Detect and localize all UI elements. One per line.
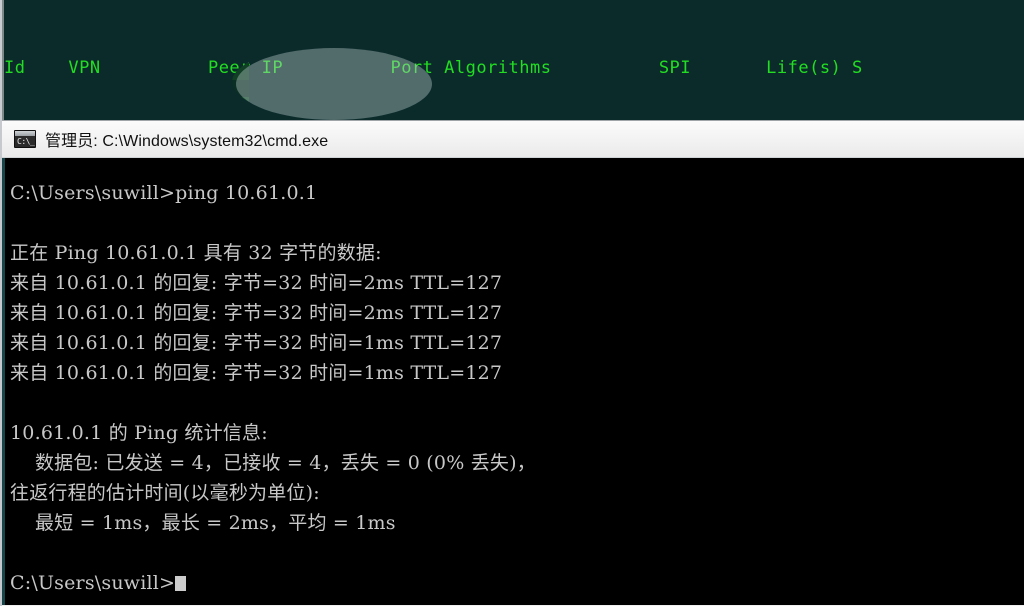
console-cursor <box>175 576 187 591</box>
console-line: 来自 10.61.0.1 的回复: 字节=32 时间=1ms TTL=127 <box>10 332 503 354</box>
cmd-icon-glyph: C:\_ <box>17 137 35 146</box>
cmd-window[interactable]: C:\_ 管理员: C:\Windows\system32\cmd.exe C:… <box>0 120 1024 606</box>
screen: Id VPN Peer IP Port Algorithms SPI Life(… <box>0 0 1024 606</box>
cmd-window-title: 管理员: C:\Windows\system32\cmd.exe <box>45 133 329 150</box>
background-terminal-left-edge <box>0 0 4 122</box>
console-line: 往返行程的估计时间(以毫秒为单位): <box>10 482 320 504</box>
console-output: C:\Users\suwill>ping 10.61.0.1 正在 Ping 10… <box>5 158 1024 598</box>
console-line: 最短 = 1ms，最长 = 2ms，平均 = 1ms <box>10 512 396 534</box>
console-line: 正在 Ping 10.61.0.1 具有 32 字节的数据: <box>10 242 382 264</box>
cmd-titlebar[interactable]: C:\_ 管理员: C:\Windows\system32\cmd.exe <box>2 120 1024 158</box>
cmd-console-icon: C:\_ <box>14 130 36 148</box>
console-line: 来自 10.61.0.1 的回复: 字节=32 时间=2ms TTL=127 <box>10 272 503 294</box>
vpn-table-header: Id VPN Peer IP Port Algorithms SPI Life(… <box>4 58 863 78</box>
console-line: C:\Users\suwill>ping 10.61.0.1 <box>10 182 318 204</box>
console-line: 来自 10.61.0.1 的回复: 字节=32 时间=2ms TTL=127 <box>10 302 503 324</box>
cmd-console-client-area[interactable]: C:\Users\suwill>ping 10.61.0.1 正在 Ping 10… <box>2 158 1024 605</box>
background-vpn-terminal[interactable]: Id VPN Peer IP Port Algorithms SPI Life(… <box>0 0 1024 312</box>
console-line: 10.61.0.1 的 Ping 统计信息: <box>10 422 268 444</box>
console-line: C:\Users\suwill> <box>10 568 1024 598</box>
console-line: 来自 10.61.0.1 的回复: 字节=32 时间=1ms TTL=127 <box>10 362 503 384</box>
console-line: 数据包: 已发送 = 4，已接收 = 4，丢失 = 0 (0% 丢失)， <box>10 452 536 474</box>
